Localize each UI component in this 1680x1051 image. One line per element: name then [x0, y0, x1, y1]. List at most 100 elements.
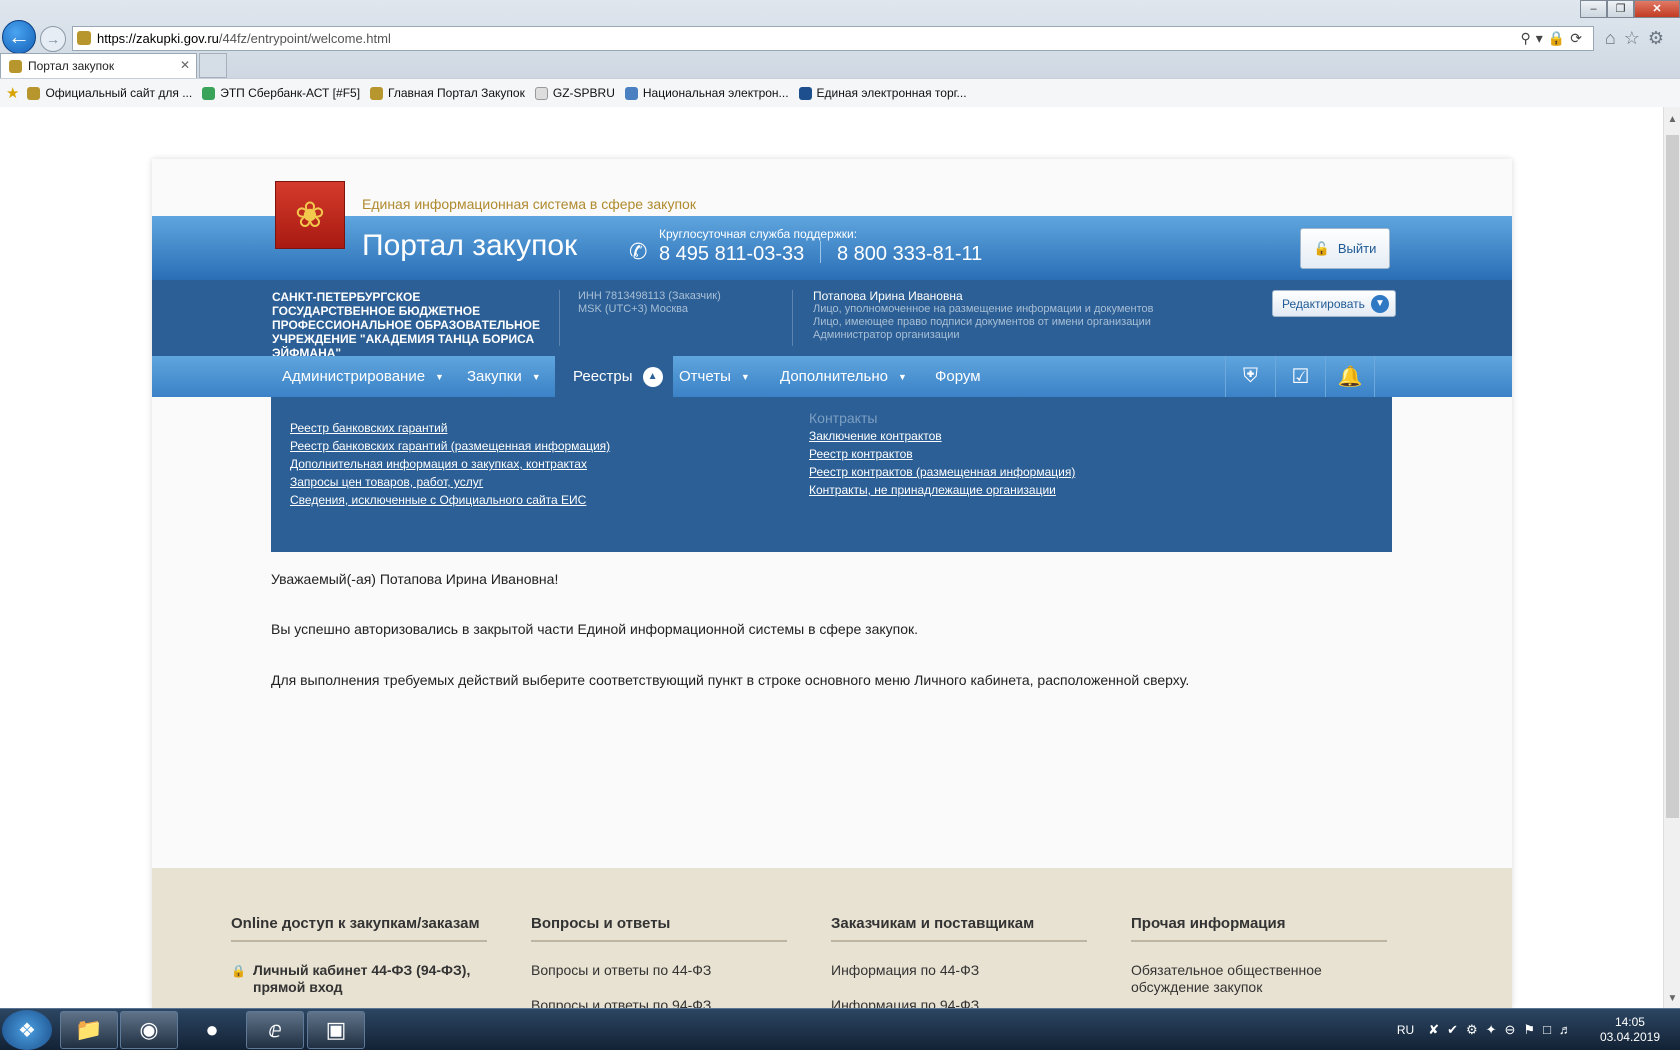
footer: Online доступ к закупкам/заказам 🔒 Личны…	[152, 868, 1512, 1008]
user-role: Администратор организации	[813, 329, 960, 341]
footer-link[interactable]: Обязательное общественное обсуждение зак…	[1131, 962, 1387, 996]
chevron-down-icon: ▼	[740, 371, 750, 382]
favorite-link[interactable]: Главная Портал Закупок	[370, 86, 525, 100]
support-label: Круглосуточная служба поддержки:	[659, 227, 858, 241]
dropdown-right-column: Контракты Заключение контрактов Реестр к…	[809, 409, 1075, 499]
footer-link[interactable]: Информация по 94-ФЗ	[831, 997, 1087, 1008]
auth-success-text: Вы успешно авторизовались в закрытой час…	[271, 621, 919, 637]
footer-link[interactable]: Вопросы и ответы по 94-ФЗ	[531, 997, 787, 1008]
footer-column-customers: Заказчикам и поставщикам Информация по 4…	[831, 915, 1087, 1008]
menu-item-additional[interactable]: Дополнительно ▼	[780, 356, 907, 397]
favorite-icon	[370, 86, 384, 100]
browser-tools-icons[interactable]: ⌂☆⚙	[1605, 28, 1672, 49]
footer-heading: Вопросы и ответы	[531, 915, 787, 942]
divider	[792, 290, 793, 346]
browser-tab[interactable]: Портал закупок ✕	[0, 53, 197, 78]
favorite-link[interactable]: Национальная электрон...	[624, 86, 789, 100]
edit-profile-button[interactable]: Редактировать ▼	[1272, 290, 1396, 317]
menu-item-registries[interactable]: Реестры ▲	[555, 356, 673, 397]
forward-button[interactable]: →	[40, 26, 66, 52]
scroll-down-icon[interactable]: ▼	[1664, 990, 1680, 1008]
address-actions-icons[interactable]: ⚲▾🔒⟳	[1521, 30, 1587, 47]
close-window-button[interactable]: ✕	[1634, 0, 1680, 18]
dropdown-link[interactable]: Реестр банковских гарантий	[290, 419, 610, 437]
chevron-down-icon: ▼	[1371, 294, 1389, 313]
explorer-app-icon[interactable]: 📁	[60, 1011, 118, 1049]
menu-item-administration[interactable]: Администрирование ▼	[282, 356, 444, 397]
chrome-app-icon[interactable]: ◉	[120, 1011, 178, 1049]
address-bar[interactable]: https://zakupki.gov.ru/44fz/entrypoint/w…	[72, 26, 1594, 51]
logout-button[interactable]: 🔓 Выйти	[1300, 228, 1390, 269]
favorite-link[interactable]: GZ-SPBRU	[534, 86, 615, 100]
windows-taskbar: ❖ 📁 ◉ ● ⅇ ▣ RU ✘✔⚙✦⊖⚑□♬ 14:05 03.04.2019	[0, 1008, 1680, 1050]
user-role: Лицо, уполномоченное на размещение инфор…	[813, 303, 1154, 315]
chevron-down-icon: ▼	[435, 371, 444, 382]
menu-item-forum[interactable]: Форум	[935, 356, 981, 397]
favorite-link[interactable]: Единая электронная торг...	[798, 86, 967, 100]
clock[interactable]: 14:05 03.04.2019	[1600, 1015, 1660, 1045]
user-info: Потапова Ирина Ивановна Лицо, уполномоче…	[813, 290, 1153, 342]
portal-container: Единая информационная система в сфере за…	[152, 159, 1512, 1008]
dropdown-left-column: Реестр банковских гарантий Реестр банков…	[290, 419, 610, 509]
chevron-down-icon: ▼	[897, 371, 907, 382]
divider	[559, 290, 560, 346]
chevron-down-icon: ▼	[531, 371, 541, 382]
timezone-text: MSK (UTC+3) Москва	[578, 303, 688, 315]
shield-icon[interactable]: ⛨	[1225, 356, 1275, 397]
footer-column-online: Online доступ к закупкам/заказам 🔒 Личны…	[231, 915, 487, 996]
greeting-text: Уважаемый(-ая) Потапова Ирина Ивановна!	[271, 571, 559, 587]
dropdown-link[interactable]: Контракты, не принадлежащие организации	[809, 481, 1075, 499]
menu-item-purchases[interactable]: Закупки ▼	[467, 356, 541, 397]
user-name: Потапова Ирина Ивановна	[813, 289, 963, 303]
scroll-up-icon[interactable]: ▲	[1664, 111, 1680, 129]
start-button[interactable]: ❖	[2, 1010, 52, 1050]
registries-dropdown: Реестр банковских гарантий Реестр банков…	[271, 397, 1392, 552]
back-button[interactable]: ←	[2, 20, 36, 54]
dropdown-link[interactable]: Сведения, исключенные с Официального сай…	[290, 491, 610, 509]
window-controls: – ❐ ✕	[1580, 0, 1680, 18]
footer-link[interactable]: Информация по 44-ФЗ	[831, 962, 1087, 979]
vertical-scrollbar[interactable]: ▲ ▼	[1663, 107, 1680, 1008]
support-phone-1: 8 495 811-03-33	[659, 243, 805, 265]
favorite-link[interactable]: Официальный сайт для ...	[27, 86, 192, 100]
dropdown-link[interactable]: Заключение контрактов	[809, 427, 1075, 445]
tab-title: Портал закупок	[28, 59, 115, 73]
tray-icons[interactable]: ✘✔⚙✦⊖⚑□♬	[1428, 1022, 1580, 1038]
cabinet-link[interactable]: 🔒 Личный кабинет 44-ФЗ (94-ФЗ), прямой в…	[231, 962, 487, 996]
system-tray: RU ✘✔⚙✦⊖⚑□♬ 14:05 03.04.2019	[1397, 1009, 1680, 1051]
favorites-star-icon[interactable]: ★	[6, 84, 19, 102]
calendar-check-icon[interactable]: ☑	[1275, 356, 1325, 397]
site-favicon-icon	[77, 31, 91, 45]
footer-column-other: Прочая информация Обязательное обществен…	[1131, 915, 1387, 996]
footer-heading: Заказчикам и поставщикам	[831, 915, 1087, 942]
firefox-app-icon[interactable]: ●	[183, 1011, 241, 1049]
footer-heading: Online доступ к закупкам/заказам	[231, 915, 487, 942]
new-tab-button[interactable]	[199, 53, 227, 78]
dropdown-link[interactable]: Дополнительная информация о закупках, ко…	[290, 455, 610, 473]
close-tab-icon[interactable]: ✕	[180, 58, 190, 72]
clock-time: 14:05	[1614, 1015, 1645, 1029]
dropdown-link[interactable]: Реестр контрактов	[809, 445, 1075, 463]
dropdown-link[interactable]: Запросы цен товаров, работ, услуг	[290, 473, 610, 491]
scroll-thumb[interactable]	[1666, 135, 1679, 818]
bell-icon[interactable]: 🔔	[1325, 356, 1375, 397]
minimize-button[interactable]: –	[1580, 0, 1607, 18]
coat-of-arms-icon[interactable]: ❀	[275, 181, 345, 249]
language-indicator[interactable]: RU	[1397, 1023, 1414, 1037]
menu-item-reports[interactable]: Отчеты ▼	[679, 356, 750, 397]
dropdown-link[interactable]: Реестр банковских гарантий (размещенная …	[290, 437, 610, 455]
footer-heading: Прочая информация	[1131, 915, 1387, 942]
internet-explorer-app-icon[interactable]: ⅇ	[246, 1011, 304, 1049]
maximize-button[interactable]: ❐	[1607, 0, 1634, 18]
favorite-link[interactable]: ЭТП Сбербанк-АСТ [#F5]	[202, 86, 360, 100]
clock-date: 03.04.2019	[1599, 1030, 1660, 1044]
footer-link[interactable]: Вопросы и ответы по 44-ФЗ	[531, 962, 787, 979]
url-path: /44fz/entrypoint/welcome.html	[218, 31, 391, 46]
organization-meta: ИНН 7813498113 (Заказчик) MSK (UTC+3) Мо…	[578, 290, 721, 316]
door-icon: 🔓	[1313, 240, 1330, 256]
portal-title[interactable]: Портал закупок	[362, 229, 577, 263]
support-phone-2: 8 800 333-81-11	[837, 243, 983, 265]
app-window-icon[interactable]: ▣	[307, 1011, 365, 1049]
dropdown-link[interactable]: Реестр контрактов (размещенная информаци…	[809, 463, 1075, 481]
favorite-icon	[534, 86, 548, 100]
